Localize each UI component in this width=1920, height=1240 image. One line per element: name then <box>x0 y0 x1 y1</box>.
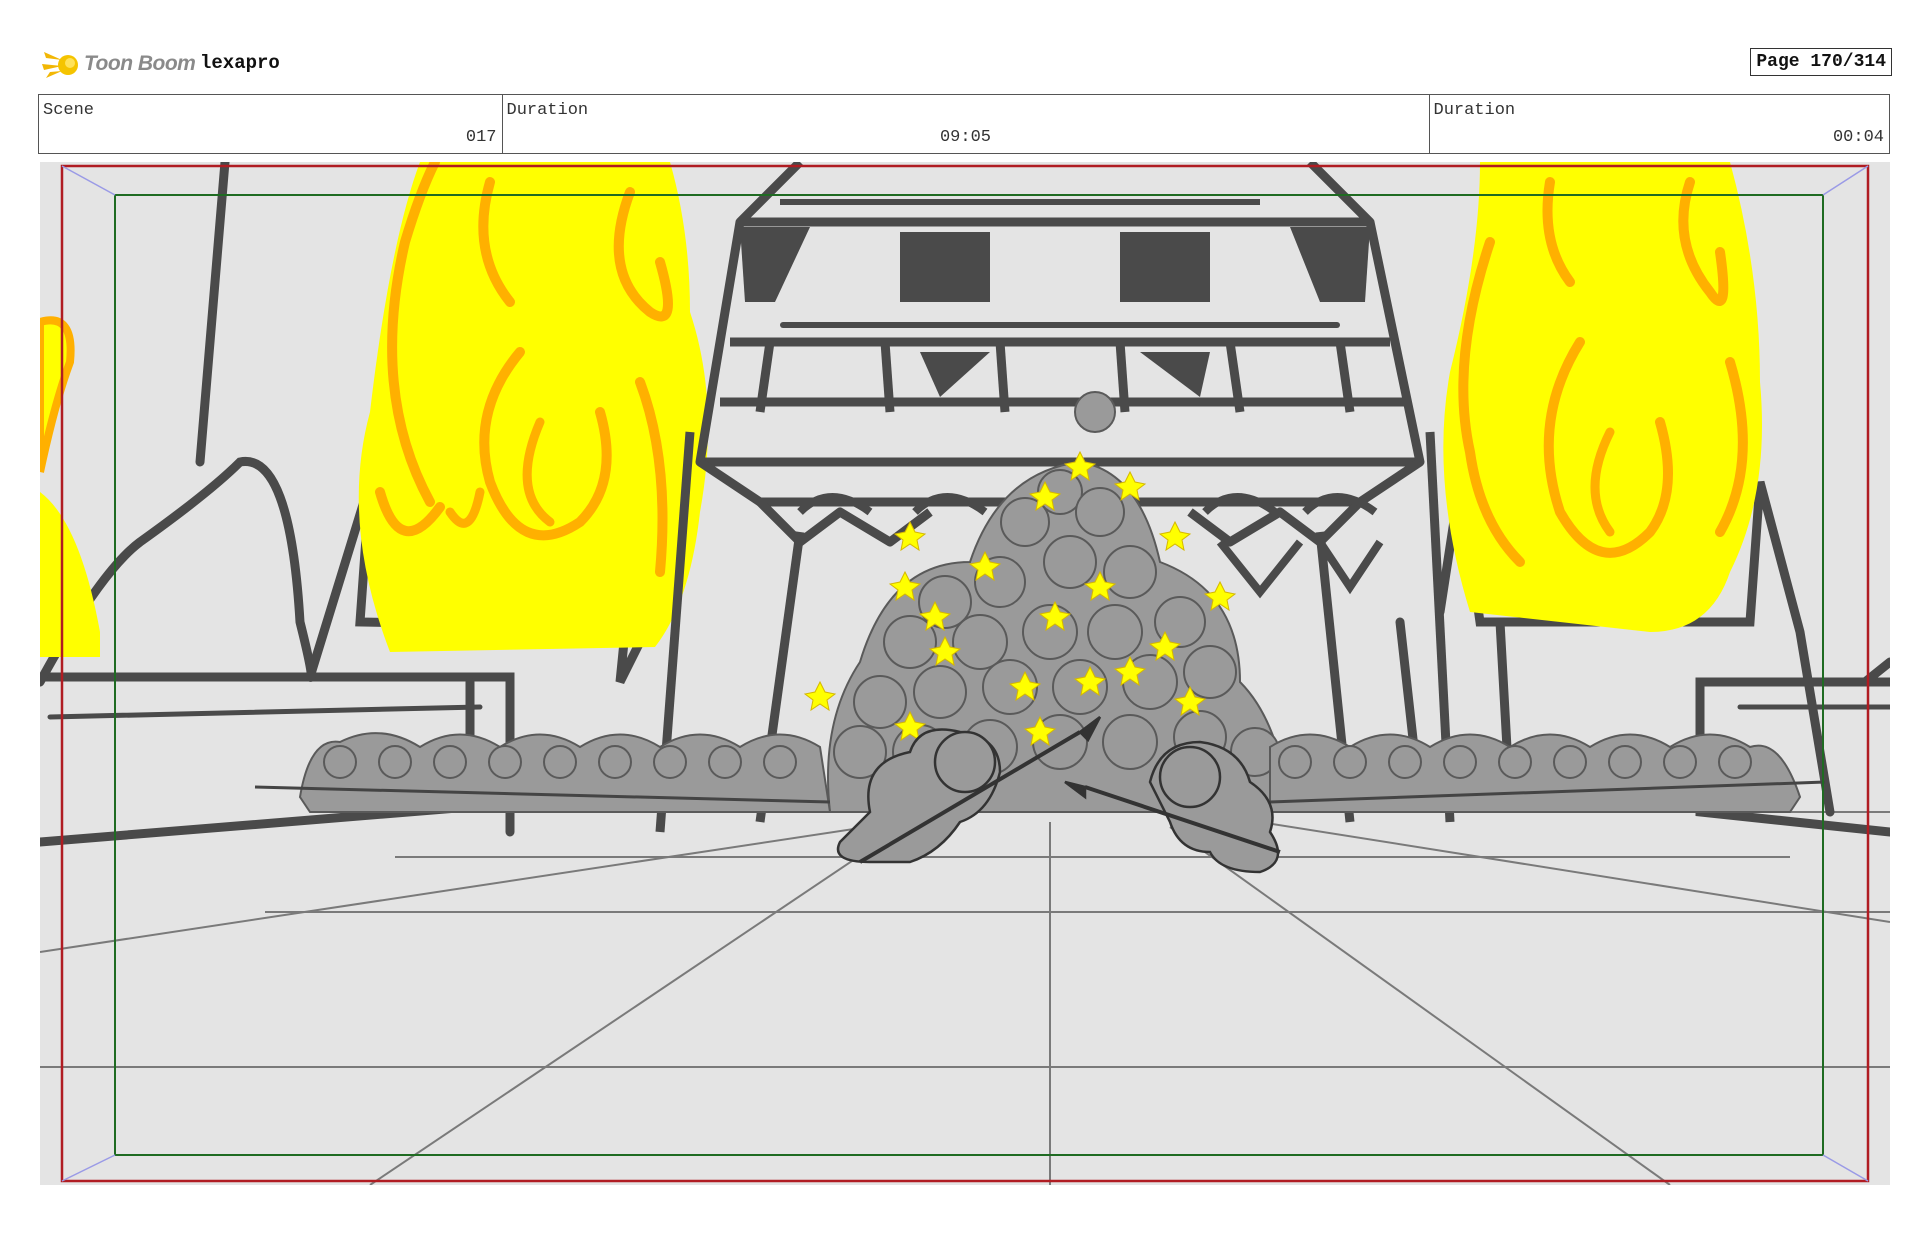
toon-boom-logo: Toon Boom <box>40 44 196 84</box>
project-name: lexapro <box>200 52 280 74</box>
scene-label: Scene <box>43 101 95 120</box>
comet-icon <box>42 52 78 78</box>
storyboard-panel <box>40 162 1890 1185</box>
panel-duration-cell: Duration 00:04 <box>1430 95 1890 153</box>
scene-cell: Scene 017 <box>39 95 503 153</box>
scene-value: 017 <box>465 128 497 147</box>
flame-right <box>1443 162 1762 632</box>
page-counter: Page 170/314 <box>1750 48 1892 76</box>
flame-left-small <box>40 316 100 657</box>
temple-dark-panels <box>740 227 1370 397</box>
panel-duration-value: 00:04 <box>1832 128 1884 147</box>
duration-value: 09:05 <box>939 128 991 147</box>
duration-cell: Duration 09:05 <box>503 95 1430 153</box>
scene-info-table: Scene 017 Duration 09:05 Duration 00:04 <box>38 94 1890 154</box>
storyboard-drawing <box>40 162 1890 1185</box>
duration-label: Duration <box>506 101 589 120</box>
panel-duration-label: Duration <box>1433 101 1516 120</box>
floor-grid <box>40 811 1890 1185</box>
logo-text: Toon Boom <box>84 52 196 75</box>
flame-left <box>358 162 708 652</box>
